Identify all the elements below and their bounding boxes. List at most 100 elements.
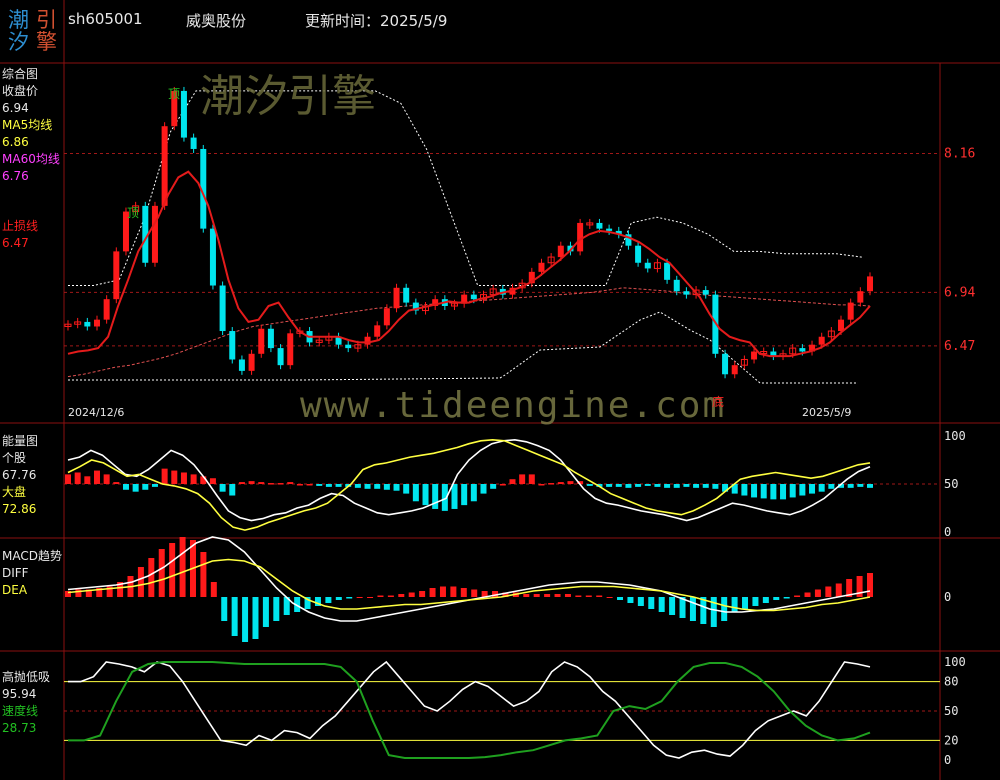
app-logo: 潮 引 汐 擎 [4,6,58,56]
macd-bar [429,588,436,597]
energy-bar [287,482,294,484]
main-y-tick-label: 6.94 [944,285,975,300]
energy-stock-line [67,438,871,522]
energy-bar [809,484,816,494]
energy-bar [161,468,168,484]
macd-bar [387,595,394,597]
candle-body [664,262,671,280]
energy-bar [267,483,274,485]
energy-bar [393,484,400,491]
hl-main-line [68,660,871,759]
energy-bar [190,474,197,484]
candle-body [84,321,91,327]
candle-body [113,251,120,300]
macd-bar [148,558,155,597]
energy-bar [84,476,91,484]
energy-bar [422,484,429,506]
macd-bar [783,597,790,599]
candle-body [180,90,187,138]
macd-diff-line [67,536,871,622]
candle-body [151,205,158,263]
energy-bar [354,484,361,488]
energy-bar [151,484,158,487]
candle-body [644,262,651,269]
energy-bar [818,484,825,492]
ma5-label: MA5均线 [2,118,53,132]
macd-bar [367,597,374,598]
energy-bar [122,484,129,490]
macd-bar [689,597,696,621]
logo-char-1: 潮 [8,8,29,32]
macd-bar [554,594,561,597]
main-y-tick-label: 6.47 [944,339,975,354]
macd-bar [606,597,613,598]
candle-body [267,328,274,349]
macd-bar [398,594,405,597]
macd-bar [544,594,551,597]
energy-bar [519,474,526,484]
macd-bar [169,543,176,597]
energy-bar [770,484,777,500]
macd-bar [210,582,217,597]
stop-label: 止损线 [2,219,39,233]
stock-name: 威奥股份 [186,12,247,30]
candle-body [374,325,381,337]
main-panel-title: 综合图 [2,67,39,81]
hl-speed-label: 速度线 [2,704,39,718]
candle-body [596,222,603,229]
energy-bar [867,484,873,488]
date-start-label: 2024/12/6 [68,406,125,419]
energy-stock-label: 个股 [2,451,27,465]
chart-stage: 6.47 6.94 8.16 0 50 100 0 0 20 50 80 100 潮 引 汐 擎 sh… [0,0,1000,780]
logo-char-2: 引 [36,8,57,32]
energy-bar [103,474,110,484]
energy-bar [403,484,410,494]
macd-bar [471,589,478,597]
energy-bar [799,484,806,496]
macd-bar [356,597,363,598]
macd-dea-label: DEA [2,583,28,597]
candle-body [702,290,709,295]
macd-bar [617,597,624,600]
energy-market-value: 72.86 [2,502,37,516]
energy-bar [306,484,313,486]
macd-bar [773,597,780,600]
macd-bar [346,597,353,599]
stop-value: 6.47 [2,236,29,250]
candle-body [606,228,613,231]
update-time: 更新时间：2025/5/9 [305,12,448,30]
candle-body [209,228,216,286]
candle-body [238,359,245,371]
macd-bar [564,594,571,597]
energy-bar [209,478,216,484]
macd-bar [627,597,634,603]
main-y-tick-label: 8.16 [944,147,975,162]
hl-panel-title: 高抛低吸 [2,670,51,684]
energy-bar [93,470,100,484]
energy-bar [780,484,787,500]
macd-bar [377,595,384,597]
macd-bar [804,592,811,597]
candle-body [258,328,265,354]
macd-bar [721,597,728,621]
candle-body [673,279,680,292]
macd-bar [648,597,655,609]
energy-bar [480,484,487,494]
candle-body [393,287,400,309]
energy-bar [325,484,332,487]
energy-y-tick-label: 0 [944,525,951,539]
energy-bar [712,484,719,489]
energy-bar [673,484,680,488]
close-value: 6.94 [2,101,29,115]
logo-char-3: 汐 [8,30,29,54]
url-watermark: www.tideengine.com [300,385,727,426]
energy-bar [335,484,342,487]
energy-bar [364,484,371,489]
bottom-marker: 底 [712,395,725,409]
energy-bar [383,484,390,490]
candle-body [103,299,110,320]
candle-body [857,291,864,303]
macd-bar [262,597,269,627]
candle-body [248,353,255,371]
energy-bar [132,484,139,492]
